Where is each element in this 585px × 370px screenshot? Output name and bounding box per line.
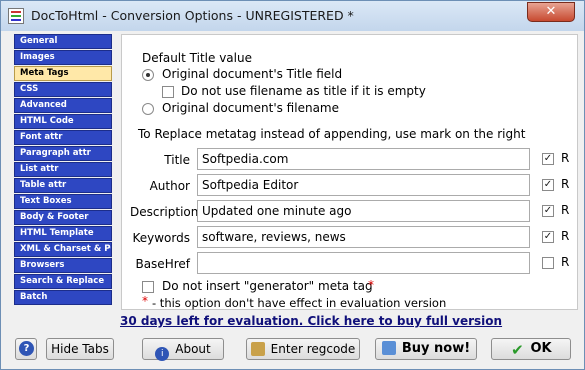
app-icon <box>8 8 24 24</box>
basehref-label: BaseHref <box>135 257 190 271</box>
checkbox-no-filename-title[interactable] <box>162 86 174 98</box>
no-generator-star: * <box>368 278 374 292</box>
nav-tab-paragraph-attr[interactable]: Paragraph attr <box>14 146 112 161</box>
key-icon <box>250 342 265 356</box>
basehref-replace-label: R <box>561 255 570 269</box>
description-label: Description <box>130 205 199 219</box>
about-label: About <box>175 342 211 356</box>
keywords-input[interactable] <box>197 226 530 248</box>
author-replace-checkbox[interactable]: ✓ <box>542 179 554 191</box>
ok-button[interactable]: ✔ OK <box>491 338 571 360</box>
enter-regcode-label: Enter regcode <box>270 342 356 356</box>
nav-tab-meta-tags[interactable]: Meta Tags <box>14 66 112 81</box>
keywords-replace-checkbox[interactable]: ✓ <box>542 231 554 243</box>
window-title: DocToHtml - Conversion Options - UNREGIS… <box>31 8 354 23</box>
radio-selected-dot <box>146 73 150 77</box>
nav-tab-images[interactable]: Images <box>14 50 112 65</box>
author-input[interactable] <box>197 174 530 196</box>
nav-tab-html-code[interactable]: HTML Code <box>14 114 112 129</box>
no-generator-label: Do not insert "generator" meta tag <box>162 279 373 293</box>
description-input[interactable] <box>197 200 530 222</box>
nav-tab-search-replace[interactable]: Search & Replace <box>14 274 112 289</box>
nav-tab-general[interactable]: General <box>14 34 112 49</box>
title-label: Title <box>164 153 190 167</box>
description-replace-checkbox[interactable]: ✓ <box>542 205 554 217</box>
keywords-label: Keywords <box>132 231 190 245</box>
nav-tab-text-boxes[interactable]: Text Boxes <box>14 194 112 209</box>
info-icon: i <box>155 347 170 361</box>
basehref-replace-checkbox[interactable] <box>542 257 554 269</box>
nav-tab-css[interactable]: CSS <box>14 82 112 97</box>
help-icon: ? <box>19 341 34 356</box>
no-generator-checkbox[interactable] <box>142 281 154 293</box>
keywords-replace-label: R <box>561 229 570 243</box>
hide-tabs-button[interactable]: Hide Tabs <box>46 338 114 360</box>
nav-tab-table-attr[interactable]: Table attr <box>14 178 112 193</box>
cart-icon <box>381 341 396 355</box>
title-replace-label: R <box>561 151 570 165</box>
radio-original-filename-label: Original document's filename <box>162 101 339 115</box>
nav-tab-browsers[interactable]: Browsers <box>14 258 112 273</box>
nav-tab-html-template[interactable]: HTML Template <box>14 226 112 241</box>
enter-regcode-button[interactable]: Enter regcode <box>246 338 360 360</box>
radio-original-filename[interactable] <box>142 103 154 115</box>
buy-full-version-link[interactable]: 30 days left for evaluation. Click here … <box>120 314 502 328</box>
basehref-input[interactable] <box>197 252 530 274</box>
nav-tab-advanced[interactable]: Advanced <box>14 98 112 113</box>
eval-note: - this option don't have effect in evalu… <box>152 296 447 310</box>
nav-tab-xml-charset-pg[interactable]: XML & Charset & PG <box>14 242 112 257</box>
description-replace-label: R <box>561 203 570 217</box>
buy-now-button[interactable]: Buy now! <box>375 338 477 360</box>
meta-tags-panel: Default Title value Original document's … <box>121 34 578 310</box>
title-input[interactable] <box>197 148 530 170</box>
radio-original-title-label: Original document's Title field <box>162 67 343 81</box>
author-label: Author <box>149 179 190 193</box>
nav-tab-font-attr[interactable]: Font attr <box>14 130 112 145</box>
app-window: DocToHtml - Conversion Options - UNREGIS… <box>0 0 585 370</box>
title-replace-checkbox[interactable]: ✓ <box>542 153 554 165</box>
check-icon: ✔ <box>511 341 524 359</box>
buy-now-label: Buy now! <box>401 341 471 356</box>
title-bar[interactable]: DocToHtml - Conversion Options - UNREGIS… <box>1 1 584 31</box>
nav-tab-body-footer[interactable]: Body & Footer <box>14 210 112 225</box>
close-button[interactable]: ✕ <box>527 2 575 22</box>
options-nav: General Images Meta Tags CSS Advanced HTML Co… <box>14 34 112 310</box>
dialog-client: General Images Meta Tags CSS Advanced HTML Co… <box>8 31 578 363</box>
eval-note-star: * <box>142 294 148 308</box>
help-button[interactable]: ? <box>15 338 37 360</box>
default-title-group-label: Default Title value <box>142 51 252 65</box>
radio-original-title[interactable] <box>142 69 154 81</box>
checkbox-no-filename-title-label: Do not use filename as title if it is em… <box>181 84 426 98</box>
about-button[interactable]: i About <box>142 338 224 361</box>
replace-metatag-note: To Replace metatag instead of appending,… <box>138 127 526 141</box>
author-replace-label: R <box>561 177 570 191</box>
nav-tab-list-attr[interactable]: List attr <box>14 162 112 177</box>
nav-tab-batch[interactable]: Batch <box>14 290 112 305</box>
ok-label: OK <box>530 341 552 356</box>
